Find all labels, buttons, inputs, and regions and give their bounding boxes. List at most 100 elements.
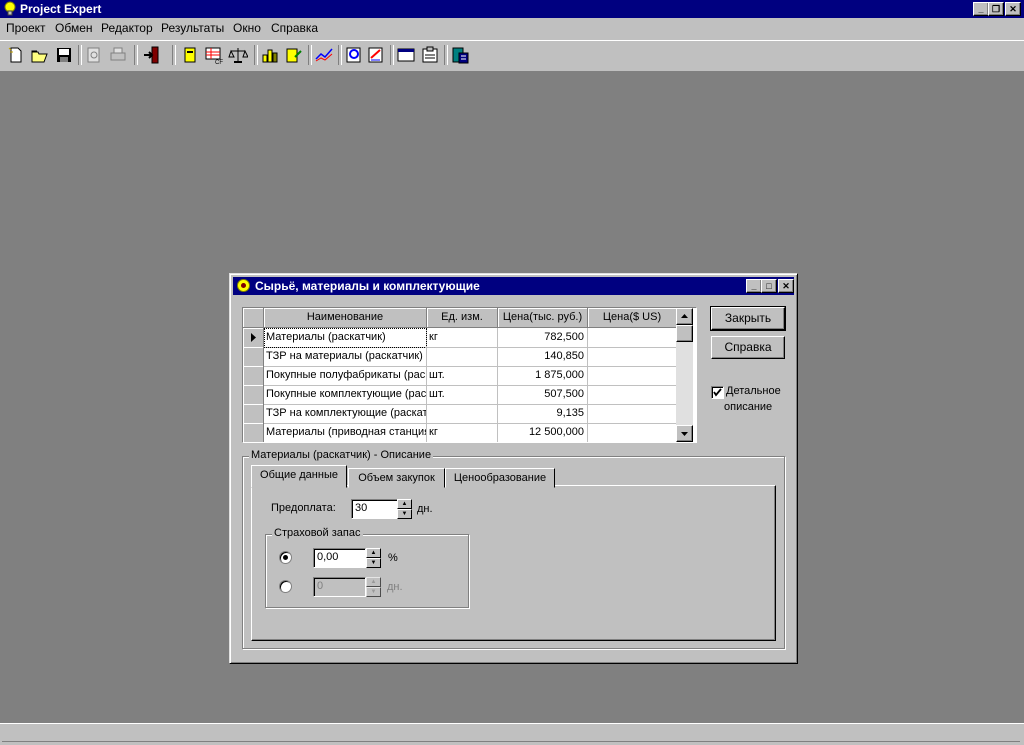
- column-header-price-usd[interactable]: Цена($ US): [588, 308, 677, 328]
- project-icon[interactable]: [180, 45, 200, 65]
- cashflow-icon[interactable]: CF: [204, 45, 224, 65]
- table-cell-unit[interactable]: кг: [427, 328, 498, 348]
- table-cell-price-usd[interactable]: [588, 423, 677, 442]
- materials-grid[interactable]: Наименование Ед. изм. Цена(тыс. руб.) Це…: [242, 307, 697, 443]
- row-indicator[interactable]: [243, 423, 264, 442]
- table-cell-unit[interactable]: [427, 404, 498, 424]
- tab-general-data[interactable]: Общие данные: [251, 465, 347, 488]
- row-indicator[interactable]: [243, 385, 264, 405]
- dialog-maximize-button[interactable]: □: [761, 279, 777, 293]
- table-cell-unit[interactable]: [427, 347, 498, 367]
- report-icon[interactable]: [284, 45, 304, 65]
- analysis-icon[interactable]: [344, 45, 364, 65]
- calculator-icon[interactable]: [450, 45, 470, 65]
- table-cell-price-rub[interactable]: 9,135: [498, 404, 588, 424]
- row-indicator[interactable]: [243, 404, 264, 424]
- spin-down-icon[interactable]: ▼: [366, 558, 381, 568]
- prepayment-unit: дн.: [417, 503, 433, 515]
- current-row-arrow-icon: [251, 333, 256, 342]
- scroll-up-button[interactable]: [676, 308, 693, 325]
- column-header-price-rub[interactable]: Цена(тыс. руб.): [498, 308, 588, 328]
- dialog-close-button[interactable]: ✕: [778, 279, 794, 293]
- restore-button[interactable]: ❐: [988, 2, 1004, 16]
- window-icon[interactable]: [396, 45, 416, 65]
- help-button[interactable]: Справка: [711, 336, 785, 359]
- menu-help[interactable]: Справка: [271, 21, 318, 35]
- column-header-unit[interactable]: Ед. изм.: [427, 308, 498, 328]
- line-chart-icon[interactable]: [314, 45, 334, 65]
- reserve-percent-input[interactable]: 0,00: [313, 548, 366, 568]
- clipboard-icon[interactable]: [420, 45, 440, 65]
- table-cell-unit[interactable]: шт.: [427, 366, 498, 386]
- help-button-label: Справка: [724, 340, 772, 354]
- table-cell-price-rub[interactable]: 12 500,000: [498, 423, 588, 442]
- reserve-percent-radio[interactable]: [279, 551, 292, 564]
- reserve-days-spinner[interactable]: ▲ ▼: [366, 577, 381, 597]
- close-button[interactable]: ✕: [1005, 2, 1021, 16]
- reserve-percent-spinner[interactable]: ▲ ▼: [366, 548, 381, 568]
- gear-icon: [237, 279, 250, 292]
- table-cell-price-usd[interactable]: [588, 385, 677, 405]
- table-cell-price-rub[interactable]: 507,500: [498, 385, 588, 405]
- table-cell-price-rub[interactable]: 140,850: [498, 347, 588, 367]
- reserve-days-input[interactable]: 0: [313, 577, 366, 597]
- tab-purchase-volume[interactable]: Объем закупок: [348, 468, 445, 488]
- prepayment-input[interactable]: 30: [351, 499, 398, 519]
- menu-project[interactable]: Проект: [6, 21, 46, 35]
- reserve-days-radio[interactable]: [279, 580, 292, 593]
- column-header-name[interactable]: Наименование: [264, 308, 427, 328]
- table-cell-price-rub[interactable]: 782,500: [498, 328, 588, 348]
- table-cell-name[interactable]: Покупные комплектующие (раскатчик): [264, 385, 427, 405]
- grid-corner: [243, 308, 264, 328]
- spin-up-icon[interactable]: ▲: [366, 577, 381, 587]
- table-cell-unit[interactable]: кг: [427, 423, 498, 442]
- table-cell-price-usd[interactable]: [588, 328, 677, 348]
- prepayment-spinner[interactable]: ▲ ▼: [397, 499, 412, 519]
- tab-pricing[interactable]: Ценообразование: [445, 468, 555, 488]
- spin-down-icon[interactable]: ▼: [397, 509, 412, 519]
- scroll-thumb[interactable]: [676, 325, 693, 342]
- open-icon[interactable]: [30, 45, 50, 65]
- lightbulb-icon: [4, 1, 16, 16]
- print-preview-icon[interactable]: [84, 45, 104, 65]
- menu-exchange[interactable]: Обмен: [55, 21, 93, 35]
- minimize-button[interactable]: _: [973, 2, 989, 16]
- spin-up-icon[interactable]: ▲: [397, 499, 412, 509]
- table-cell-name[interactable]: ТЗР на материалы (раскатчик): [264, 347, 427, 367]
- new-icon[interactable]: [6, 45, 26, 65]
- detail-description-label-1: Детальное: [726, 385, 781, 397]
- balance-icon[interactable]: [228, 45, 248, 65]
- chart-icon[interactable]: [260, 45, 280, 65]
- detail-description-checkbox[interactable]: [711, 386, 724, 399]
- reserve-percent-unit: %: [388, 552, 398, 564]
- status-bar: [0, 723, 1024, 745]
- grid-vertical-scrollbar[interactable]: [676, 308, 693, 442]
- menu-editor[interactable]: Редактор: [101, 21, 153, 35]
- table-cell-price-usd[interactable]: [588, 404, 677, 424]
- document-icon[interactable]: [366, 45, 386, 65]
- row-indicator[interactable]: [243, 347, 264, 367]
- table-cell-price-usd[interactable]: [588, 366, 677, 386]
- table-cell-price-usd[interactable]: [588, 347, 677, 367]
- row-indicator[interactable]: [243, 328, 264, 348]
- dialog-minimize-button[interactable]: _: [746, 279, 762, 293]
- close-dialog-button[interactable]: Закрыть: [710, 306, 786, 331]
- save-icon[interactable]: [54, 45, 74, 65]
- table-cell-name[interactable]: Материалы (раскатчик): [264, 328, 427, 348]
- table-cell-name[interactable]: Материалы (приводная станция): [264, 423, 427, 442]
- table-cell-price-rub[interactable]: 1 875,000: [498, 366, 588, 386]
- menu-results[interactable]: Результаты: [161, 21, 224, 35]
- row-indicator[interactable]: [243, 366, 264, 386]
- table-cell-unit[interactable]: шт.: [427, 385, 498, 405]
- menu-window[interactable]: Окно: [233, 21, 261, 35]
- spin-up-icon[interactable]: ▲: [366, 548, 381, 558]
- spin-down-icon[interactable]: ▼: [366, 587, 381, 597]
- table-cell-name[interactable]: Покупные полуфабрикаты (раскатчик): [264, 366, 427, 386]
- print-icon[interactable]: [108, 45, 128, 65]
- exit-icon[interactable]: [142, 45, 162, 65]
- scroll-down-button[interactable]: [676, 425, 693, 442]
- table-cell-name[interactable]: ТЗР на комплектующие (раскатчик): [264, 404, 427, 424]
- menu-bar: Проект Обмен Редактор Результаты Окно Сп…: [0, 18, 1024, 38]
- materials-window: Сырьё, материалы и комплектующие _ □ ✕ Н…: [229, 273, 798, 664]
- close-dialog-button-label: Закрыть: [724, 311, 772, 325]
